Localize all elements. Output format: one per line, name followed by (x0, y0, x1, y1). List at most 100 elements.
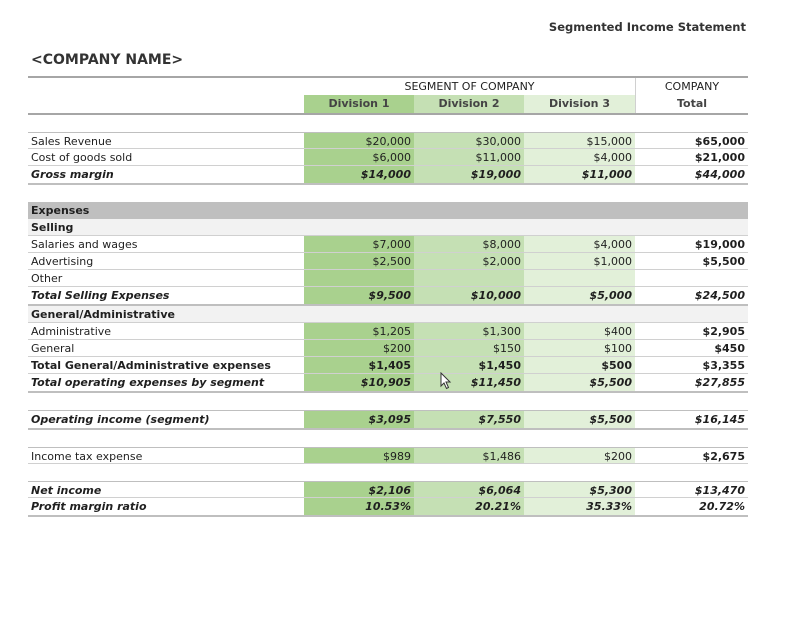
cell-division-3[interactable]: $100 (524, 340, 635, 356)
header-row-2: Division 1 Division 2 Division 3 Total (28, 95, 748, 115)
cell-division-1[interactable]: $1,205 (304, 323, 414, 339)
cell-division-1[interactable]: $1,405 (304, 357, 414, 373)
row-label: Gross margin (31, 168, 114, 181)
cell-division-3[interactable]: $5,000 (524, 287, 635, 304)
cell-total[interactable]: $24,500 (635, 287, 748, 304)
cell-division-2[interactable]: $1,450 (414, 357, 524, 373)
table-row[interactable]: Salaries and wages $7,000 $8,000 $4,000 … (28, 236, 748, 253)
cell-division-2[interactable]: 20.21% (414, 498, 524, 515)
cell-division-1[interactable]: $6,000 (304, 149, 414, 165)
table-row-profit-margin[interactable]: Profit margin ratio 10.53% 20.21% 35.33%… (28, 498, 748, 517)
table-row[interactable]: Total General/Administrative expenses $1… (28, 357, 748, 374)
cell-division-1[interactable]: $989 (304, 448, 414, 463)
cell-division-1[interactable]: $9,500 (304, 287, 414, 304)
cell-division-2[interactable]: $30,000 (414, 133, 524, 148)
cell-division-1[interactable]: $20,000 (304, 133, 414, 148)
cell-division-2[interactable]: $2,000 (414, 253, 524, 269)
cell-division-3[interactable]: $15,000 (524, 133, 635, 148)
section-label: Expenses (31, 204, 90, 217)
row-label: Advertising (31, 255, 94, 268)
table-row-income-tax[interactable]: Income tax expense $989 $1,486 $200 $2,6… (28, 447, 748, 464)
cell-total[interactable]: $13,470 (635, 482, 748, 497)
cell-total[interactable]: $19,000 (635, 236, 748, 252)
division-1-header[interactable]: Division 1 (304, 95, 414, 113)
row-label: Income tax expense (31, 450, 143, 463)
cell-division-3[interactable]: $400 (524, 323, 635, 339)
cell-total[interactable]: $2,905 (635, 323, 748, 339)
row-label: Other (31, 272, 63, 285)
cell-division-3[interactable]: $5,500 (524, 411, 635, 428)
subsection-header-selling: Selling (28, 219, 748, 236)
division-2-header[interactable]: Division 2 (414, 95, 524, 113)
row-label: Operating income (segment) (31, 413, 210, 426)
cell-division-2[interactable] (414, 270, 524, 286)
cell-total[interactable]: $2,675 (635, 448, 748, 463)
cell-division-2[interactable]: $10,000 (414, 287, 524, 304)
cell-division-1[interactable] (304, 270, 414, 286)
row-label: Sales Revenue (31, 135, 112, 148)
total-header: Total (635, 95, 748, 113)
cell-division-1[interactable]: $3,095 (304, 411, 414, 428)
cell-division-2[interactable]: $150 (414, 340, 524, 356)
cell-division-1[interactable]: 10.53% (304, 498, 414, 515)
cell-division-1[interactable]: $14,000 (304, 166, 414, 183)
cell-division-1[interactable]: $200 (304, 340, 414, 356)
cell-total[interactable]: $21,000 (635, 149, 748, 165)
row-label: General (31, 342, 75, 355)
cell-total[interactable]: $44,000 (635, 166, 748, 183)
cell-division-1[interactable]: $2,106 (304, 482, 414, 497)
cell-division-2[interactable]: $11,000 (414, 149, 524, 165)
table-row[interactable]: Total Selling Expenses $9,500 $10,000 $5… (28, 287, 748, 306)
cell-division-3[interactable]: $5,500 (524, 374, 635, 391)
table-row-net-income[interactable]: Net income $2,106 $6,064 $5,300 $13,470 (28, 481, 748, 498)
table-row[interactable]: Advertising $2,500 $2,000 $1,000 $5,500 (28, 253, 748, 270)
cell-division-1[interactable]: $2,500 (304, 253, 414, 269)
cell-division-3[interactable]: $500 (524, 357, 635, 373)
cell-division-3[interactable]: $5,300 (524, 482, 635, 497)
company-header: COMPANY (635, 78, 748, 95)
cell-division-2[interactable]: $1,486 (414, 448, 524, 463)
cell-total[interactable] (635, 270, 748, 286)
table-row[interactable]: Sales Revenue $20,000 $30,000 $15,000 $6… (28, 132, 748, 149)
table-row[interactable]: Gross margin $14,000 $19,000 $11,000 $44… (28, 166, 748, 185)
cell-division-2[interactable]: $6,064 (414, 482, 524, 497)
cell-total[interactable]: $3,355 (635, 357, 748, 373)
header-row-1: SEGMENT OF COMPANY COMPANY (28, 76, 748, 95)
company-name[interactable]: <COMPANY NAME> (31, 52, 183, 68)
cell-division-3[interactable]: $1,000 (524, 253, 635, 269)
table-row-operating-income[interactable]: Operating income (segment) $3,095 $7,550… (28, 410, 748, 430)
cell-total[interactable]: $16,145 (635, 411, 748, 428)
cell-division-2[interactable]: $7,550 (414, 411, 524, 428)
division-3-header[interactable]: Division 3 (524, 95, 635, 113)
document-title: Segmented Income Statement (548, 20, 746, 34)
cell-division-2[interactable]: $1,300 (414, 323, 524, 339)
cell-division-3[interactable]: $4,000 (524, 149, 635, 165)
cell-total[interactable]: 20.72% (635, 498, 748, 515)
subsection-label: General/Administrative (31, 308, 175, 321)
cell-total[interactable]: $450 (635, 340, 748, 356)
table-row[interactable]: Total operating expenses by segment $10,… (28, 374, 748, 393)
table-row[interactable]: Other (28, 270, 748, 287)
cell-total[interactable]: $65,000 (635, 133, 748, 148)
cell-division-3[interactable]: $4,000 (524, 236, 635, 252)
row-label: Profit margin ratio (31, 500, 147, 513)
cell-division-3[interactable] (524, 270, 635, 286)
cell-division-3[interactable]: $11,000 (524, 166, 635, 183)
table-row[interactable]: Administrative $1,205 $1,300 $400 $2,905 (28, 323, 748, 340)
cell-division-2[interactable]: $19,000 (414, 166, 524, 183)
cell-division-2[interactable]: $8,000 (414, 236, 524, 252)
cell-division-2[interactable]: $11,450 (414, 374, 524, 391)
row-label: Total General/Administrative expenses (31, 359, 271, 372)
subsection-label: Selling (31, 221, 74, 234)
row-label: Net income (31, 484, 102, 497)
table-row[interactable]: General $200 $150 $100 $450 (28, 340, 748, 357)
row-label: Total Selling Expenses (31, 289, 170, 302)
cell-division-3[interactable]: 35.33% (524, 498, 635, 515)
cell-division-1[interactable]: $10,905 (304, 374, 414, 391)
cell-division-3[interactable]: $200 (524, 448, 635, 463)
table-row[interactable]: Cost of goods sold $6,000 $11,000 $4,000… (28, 149, 748, 166)
cell-total[interactable]: $5,500 (635, 253, 748, 269)
cell-division-1[interactable]: $7,000 (304, 236, 414, 252)
subsection-header-general-administrative: General/Administrative (28, 306, 748, 323)
cell-total[interactable]: $27,855 (635, 374, 748, 391)
